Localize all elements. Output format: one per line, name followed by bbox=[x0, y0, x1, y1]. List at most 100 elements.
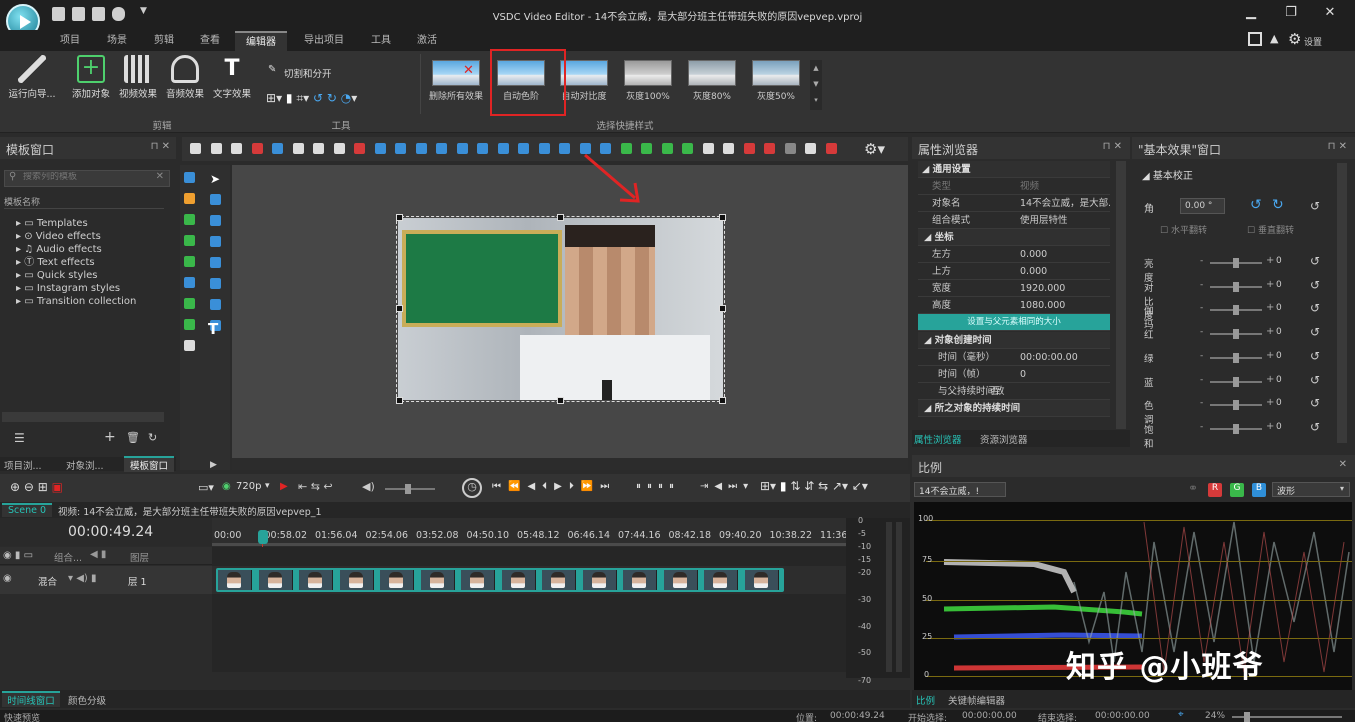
template-list-icon[interactable]: ☰ bbox=[14, 431, 25, 445]
effects-section[interactable]: ◢ 基本校正 bbox=[1142, 167, 1193, 182]
panel-pin-close-icons[interactable]: ⊓ ✕ bbox=[151, 141, 170, 152]
loop-controls[interactable]: ⇤ ⇆ ↩ bbox=[298, 480, 333, 493]
canvas-tool-button[interactable] bbox=[723, 143, 734, 154]
add-template-icon[interactable]: + bbox=[104, 429, 116, 445]
tree-item-video-effects[interactable]: ▸ ⊙ Video effects bbox=[16, 230, 136, 243]
template-search-box[interactable]: ⚲ ✕ bbox=[4, 170, 170, 187]
restore-button[interactable]: ❐ bbox=[1281, 5, 1301, 23]
canvas-tool-button[interactable] bbox=[395, 143, 406, 154]
tree-item-quick-styles[interactable]: ▸ ▭ Quick styles bbox=[16, 269, 136, 282]
effect-slider-2[interactable] bbox=[1210, 305, 1262, 316]
slider-knob[interactable] bbox=[1233, 352, 1239, 363]
shape-tool-icon[interactable] bbox=[210, 299, 221, 310]
object-tool-icon[interactable] bbox=[184, 298, 195, 309]
slider-knob[interactable] bbox=[1233, 258, 1239, 268]
split-button[interactable]: 切割和分开 bbox=[284, 66, 332, 80]
tab-activate[interactable]: 激活 bbox=[408, 31, 446, 51]
canvas-tool-button[interactable] bbox=[354, 143, 365, 154]
reset-icon[interactable]: ↺ bbox=[1310, 349, 1320, 363]
tab-editor[interactable]: 编辑器 bbox=[235, 31, 287, 51]
settings-gear-icon[interactable]: ⚙ bbox=[1288, 30, 1301, 48]
scope-link-icon[interactable]: ⚭ bbox=[1188, 481, 1198, 495]
canvas-tool-button[interactable] bbox=[764, 143, 775, 154]
properties-vscroll[interactable] bbox=[1116, 161, 1126, 429]
canvas-tool-button[interactable] bbox=[702, 143, 714, 154]
slider-plus-7[interactable]: + bbox=[1266, 421, 1274, 432]
tab-template-window[interactable]: 模板窗口 bbox=[124, 456, 174, 472]
resize-handle[interactable] bbox=[396, 397, 403, 404]
slider-knob[interactable] bbox=[1233, 305, 1239, 316]
resize-handle[interactable] bbox=[557, 214, 564, 221]
reset-icon[interactable]: ↺ bbox=[1310, 301, 1320, 315]
channel-r-button[interactable]: R bbox=[1208, 483, 1222, 497]
prop-combine-mode[interactable]: 组合模式 使用层特性 bbox=[918, 212, 1110, 229]
crop-frame-icon[interactable]: ⌗ bbox=[296, 91, 303, 105]
zoom-slider[interactable] bbox=[1232, 712, 1342, 722]
resize-handle[interactable] bbox=[719, 397, 726, 404]
tree-item-transitions[interactable]: ▸ ▭ Transition collection bbox=[16, 295, 136, 308]
tab-keyframe-editor[interactable]: 关键帧编辑器 bbox=[948, 693, 1005, 707]
tab-view[interactable]: 查看 bbox=[191, 31, 229, 51]
canvas-tool-button[interactable] bbox=[559, 143, 570, 154]
split-icon[interactable]: ✎ bbox=[268, 64, 276, 75]
volume-icon[interactable]: ◀) bbox=[362, 480, 375, 493]
canvas-tool-button[interactable] bbox=[436, 143, 447, 154]
slider-plus-0[interactable]: + bbox=[1266, 255, 1274, 266]
audio-effects-button[interactable]: 音频效果 bbox=[160, 55, 210, 100]
reset-icon[interactable]: ↺ bbox=[1310, 420, 1320, 434]
slider-knob[interactable] bbox=[1233, 329, 1239, 340]
canvas-tool-button[interactable] bbox=[251, 143, 263, 154]
tab-project-explorer[interactable]: 项目浏... bbox=[4, 458, 42, 472]
clear-search-icon[interactable]: ✕ bbox=[156, 171, 164, 182]
grid-icon[interactable]: ⊞ bbox=[38, 480, 48, 494]
qs-gray80-thumb[interactable] bbox=[688, 60, 736, 86]
object-tool-icon[interactable] bbox=[184, 193, 195, 204]
canvas-tool-button[interactable] bbox=[661, 143, 673, 154]
collapse-ribbon-icon[interactable]: ▲ bbox=[1270, 32, 1278, 45]
add-object-button[interactable]: + 添加对象 bbox=[66, 55, 116, 100]
canvas-tool-button[interactable] bbox=[743, 143, 755, 154]
shape-tool-icon[interactable] bbox=[210, 215, 221, 226]
add-track-icon[interactable]: ⊕ bbox=[10, 480, 20, 494]
slider-plus-2[interactable]: + bbox=[1266, 302, 1274, 313]
canvas-tool-button[interactable] bbox=[805, 143, 816, 154]
slider-minus-1[interactable]: - bbox=[1200, 280, 1203, 290]
tab-export[interactable]: 导出项目 bbox=[297, 31, 351, 51]
effect-slider-0[interactable] bbox=[1210, 258, 1262, 268]
slider-plus-5[interactable]: + bbox=[1266, 374, 1274, 385]
run-wizard-button[interactable]: 运行向导... bbox=[6, 55, 58, 100]
effect-slider-7[interactable] bbox=[1210, 423, 1262, 434]
slider-minus-5[interactable]: - bbox=[1200, 375, 1203, 385]
qs-gray100-thumb[interactable] bbox=[624, 60, 672, 86]
tree-item-templates[interactable]: ▸ ▭ Templates bbox=[16, 217, 136, 230]
layout-icon[interactable] bbox=[1248, 32, 1262, 46]
preview-mode-icon[interactable]: ▭▾ bbox=[198, 481, 214, 494]
resize-handle[interactable] bbox=[719, 305, 726, 312]
close-button[interactable]: ✕ bbox=[1320, 5, 1340, 23]
reset-icon[interactable]: ↺ bbox=[1310, 373, 1320, 387]
tab-object-explorer[interactable]: 对象浏... bbox=[66, 458, 104, 472]
canvas-tool-button[interactable] bbox=[784, 143, 796, 154]
qs-auto-contrast-thumb[interactable] bbox=[560, 60, 608, 86]
playhead-handle[interactable] bbox=[258, 530, 268, 544]
refresh-template-icon[interactable]: ↻ bbox=[148, 431, 157, 444]
qs-gray50-label[interactable]: 灰度50% bbox=[744, 89, 808, 102]
slider-plus-6[interactable]: + bbox=[1266, 397, 1274, 408]
canvas-tool-button[interactable] bbox=[456, 143, 468, 154]
text-effects-button[interactable]: T 文字效果 bbox=[207, 55, 257, 100]
prop-top[interactable]: 上方 0.000 bbox=[918, 263, 1110, 280]
slider-plus-1[interactable]: + bbox=[1266, 279, 1274, 290]
volume-slider[interactable] bbox=[385, 484, 435, 494]
track-visibility-icon[interactable]: ◉ bbox=[3, 573, 12, 584]
settings-label[interactable]: 设置 bbox=[1304, 35, 1322, 48]
section-coords[interactable]: ◢ 坐标 bbox=[918, 229, 1110, 246]
template-search-input[interactable] bbox=[23, 172, 153, 182]
selection-frame[interactable] bbox=[396, 216, 725, 402]
zoom-fit-icon[interactable]: ⌖ bbox=[1178, 709, 1184, 720]
rotate-ccw-icon[interactable]: ↺ bbox=[1250, 197, 1262, 213]
tree-item-text-effects[interactable]: ▸ Ⓣ Text effects bbox=[16, 256, 136, 269]
effects-vscroll[interactable] bbox=[1337, 163, 1347, 443]
slider-minus-7[interactable]: - bbox=[1200, 422, 1203, 432]
reset-icon[interactable]: ↺ bbox=[1310, 254, 1320, 268]
channel-g-button[interactable]: G bbox=[1230, 483, 1244, 497]
